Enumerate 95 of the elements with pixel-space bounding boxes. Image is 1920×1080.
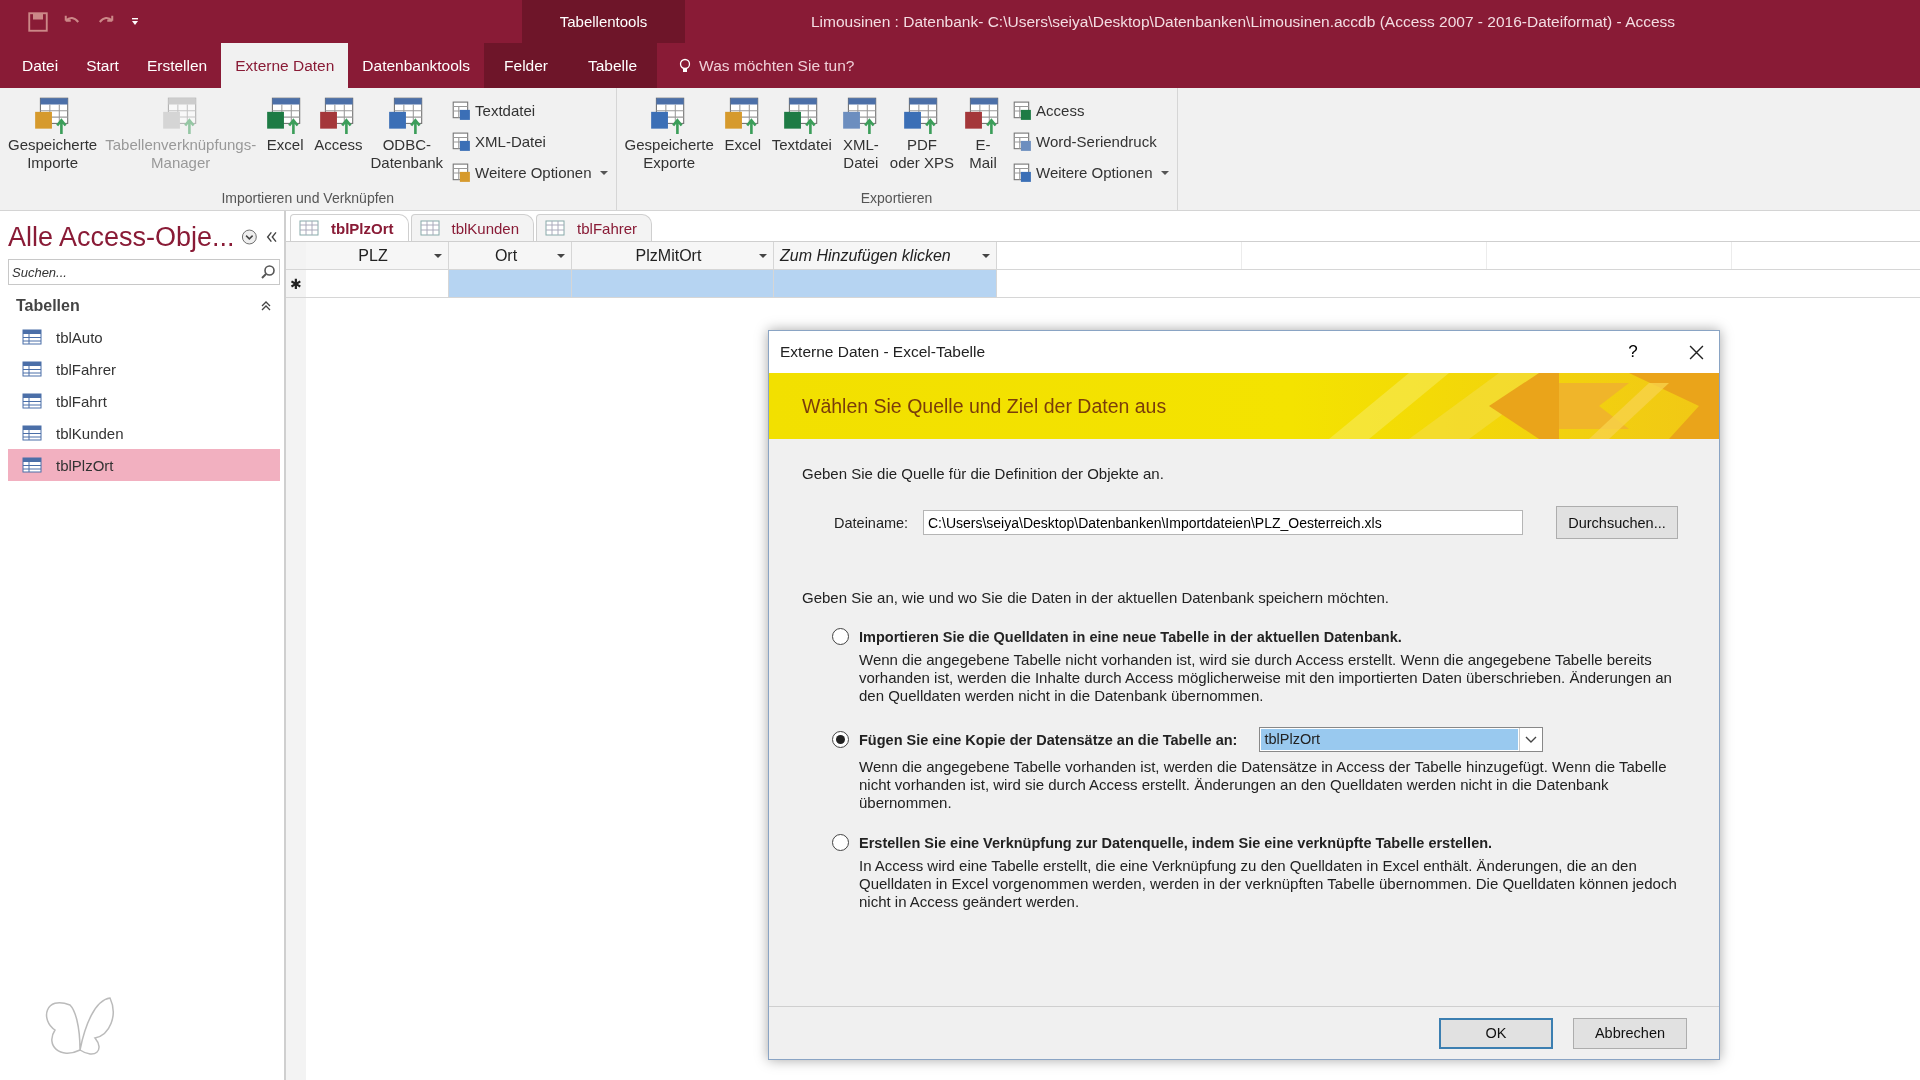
- option-label[interactable]: Fügen Sie eine Kopie der Datensätze an die Tabelle an:: [859, 731, 1238, 748]
- radio-button[interactable]: [832, 628, 849, 645]
- dialog-button[interactable]: OK: [1439, 1017, 1553, 1049]
- ribbon-button[interactable]: Word-Seriendruck: [1008, 127, 1173, 156]
- option-description: In Access wird eine Tabelle erstellt, die eine Verknüpfung zu den Quelldaten in Excel enthält. Änderungen, die an den Quelldaten in Excel vorgenommen werden, werden in der verknüpften Tabelle übernommen. Die Quelldaten können jedoch nicht in Access geändert werden.: [859, 857, 1678, 911]
- chevron-down-icon: [1525, 735, 1538, 744]
- nav-item[interactable]: tblFahrer: [8, 353, 280, 385]
- ribbon-button[interactable]: Access: [310, 92, 367, 190]
- table-icon: [1012, 131, 1033, 152]
- instruction-text: Geben Sie an, wie und wo Sie die Daten in der aktuellen Datenbank speichern möchten.: [802, 589, 1391, 606]
- option-label[interactable]: Erstellen Sie eine Verknüpfung zur Datenquelle, indem Sie eine verknüpfte Tabelle erstellen.: [859, 834, 1493, 851]
- ribbon-button[interactable]: PDF oder XPS: [885, 92, 959, 190]
- customize-icon[interactable]: [130, 16, 140, 27]
- table-icon: [22, 393, 42, 409]
- ribbon-button[interactable]: Textdatei: [447, 96, 612, 125]
- ribbon-button[interactable]: E- Mail: [958, 92, 1009, 190]
- ribbon-button[interactable]: Excel: [717, 92, 768, 190]
- banner-heading: Wählen Sie Quelle und Ziel der Daten aus: [802, 394, 1167, 418]
- caret-icon: [599, 170, 608, 175]
- dialog-title: Externe Daten - Excel-Tabelle: [780, 343, 987, 361]
- nav-item[interactable]: tblFahrt: [8, 385, 280, 417]
- ribbon-button[interactable]: Gespeicherte Importe: [4, 92, 102, 190]
- ribbon-tab[interactable]: Erstellen: [132, 43, 222, 88]
- group-label: Exportieren: [859, 190, 934, 208]
- table-icon: [299, 220, 319, 236]
- table-icon: [451, 162, 472, 183]
- column-header[interactable]: Zum Hinzufügen klicken: [774, 242, 997, 269]
- option-label[interactable]: Importieren Sie die Quelldaten in eine neue Tabelle in der aktuellen Datenbank.: [859, 628, 1402, 645]
- instruction-text: Geben Sie die Quelle für die Definition der Objekte an.: [802, 465, 1165, 482]
- nav-pane-title[interactable]: Alle Access-Obje...: [8, 221, 235, 253]
- ribbon-tab[interactable]: Datei: [8, 43, 73, 88]
- ribbon-tab[interactable]: Felder: [484, 43, 568, 88]
- table-icon: [451, 100, 472, 121]
- ribbon-tab[interactable]: Externe Daten: [221, 43, 349, 88]
- dialog-button[interactable]: Abbrechen: [1573, 1017, 1687, 1049]
- table-dropdown[interactable]: tblPlzOrt: [1259, 727, 1544, 752]
- table-icon: [22, 361, 42, 377]
- radio-button[interactable]: [832, 834, 849, 851]
- table-cell[interactable]: [449, 270, 572, 297]
- ribbon-button[interactable]: XML- Datei: [835, 92, 886, 190]
- close-icon: [1688, 344, 1704, 360]
- nav-item[interactable]: tblAuto: [8, 321, 280, 353]
- table-icon: [22, 457, 42, 473]
- radio-button[interactable]: [832, 731, 849, 748]
- table-icon: [1012, 162, 1033, 183]
- window-title: Limousinen : Datenbank- C:\Users\seiya\Desktop\Datenbanken\Limousinen.accdb (Access 2007 - 2016-Dateiformat) - Access: [811, 12, 1676, 31]
- document-tab[interactable]: tblFahrer: [536, 214, 653, 241]
- ribbon-button[interactable]: Textdatei: [767, 92, 836, 190]
- lightbulb-icon: [679, 57, 692, 74]
- ribbon-button[interactable]: ODBC- Datenbank: [366, 92, 448, 190]
- ribbon-button[interactable]: Weitere Optionen: [447, 158, 612, 187]
- ribbon-tab[interactable]: Datenbanktools: [348, 43, 485, 88]
- column-header[interactable]: Ort: [449, 242, 572, 269]
- group-label: Importieren und Verknüpfen: [220, 190, 396, 208]
- save-icon[interactable]: [28, 11, 48, 32]
- option-description: Wenn die angegebene Tabelle vorhanden ist, werden die Datensätze in Access der Tabelle hinzugefügt. Wenn die Tabelle nicht vorhanden ist, wird sie durch Access erstellt. Änderungen an den Quelldaten werden nicht in die Datenbank übernommen.: [859, 758, 1668, 812]
- dropdown-icon[interactable]: [240, 228, 258, 246]
- ribbon-button[interactable]: Excel: [260, 92, 311, 190]
- ribbon-tab[interactable]: Start: [72, 43, 133, 88]
- column-header[interactable]: PLZ: [306, 242, 449, 269]
- ribbon-tab[interactable]: Tabelle: [568, 43, 658, 88]
- option-description: Wenn die angegebene Tabelle nicht vorhanden ist, wird sie durch Access erstellt. Wenn die angegebene Tabelle bereits vorhanden ist, werden die Inhalte durch Access möglicherweise mit den importierten Daten überschrieben. Änderungen an den Quelldaten werden nicht in die Datenbank übernommen.: [859, 651, 1673, 705]
- ribbon-button[interactable]: Access: [1008, 96, 1173, 125]
- nav-item[interactable]: tblPlzOrt: [8, 449, 280, 481]
- collapse-icon[interactable]: [260, 300, 272, 312]
- table-icon: [22, 329, 42, 345]
- column-header[interactable]: PlzMitOrt: [572, 242, 774, 269]
- table-icon: [22, 425, 42, 441]
- table-icon: [1012, 100, 1033, 121]
- search-field[interactable]: Suchen...: [8, 259, 280, 285]
- context-label: Tabellentools: [559, 13, 648, 30]
- table-cell[interactable]: [774, 270, 997, 297]
- filename-field[interactable]: C:\Users\seiya\Desktop\Datenbanken\Importdateien\PLZ_Oesterreich.xls: [923, 510, 1523, 535]
- table-icon: [451, 131, 472, 152]
- caret-icon[interactable]: [557, 253, 565, 258]
- caret-icon[interactable]: [982, 253, 990, 258]
- ribbon-button[interactable]: XML-Datei: [447, 127, 612, 156]
- nav-item[interactable]: tblKunden: [8, 417, 280, 449]
- ribbon-button[interactable]: Gespeicherte Exporte: [620, 92, 718, 190]
- caret-icon[interactable]: [434, 253, 442, 258]
- section-header[interactable]: Tabellen: [16, 297, 80, 315]
- search-icon[interactable]: [260, 264, 276, 280]
- ribbon-button[interactable]: Weitere Optionen: [1008, 158, 1173, 187]
- document-tab[interactable]: tblPlzOrt: [290, 214, 409, 241]
- browse-button[interactable]: Durchsuchen...: [1556, 506, 1678, 539]
- table-icon: [419, 220, 440, 236]
- help-button[interactable]: ?: [1613, 341, 1653, 363]
- tell-me-field[interactable]: Was möchten Sie tun?: [699, 56, 855, 75]
- caret-icon: [1160, 170, 1169, 175]
- document-tab[interactable]: tblKunden: [410, 214, 535, 241]
- new-record-marker: ✱: [289, 274, 303, 294]
- caret-icon[interactable]: [759, 253, 767, 258]
- table-icon: [545, 220, 566, 236]
- field-label: Dateiname:: [834, 514, 910, 531]
- table-cell[interactable]: [572, 270, 774, 297]
